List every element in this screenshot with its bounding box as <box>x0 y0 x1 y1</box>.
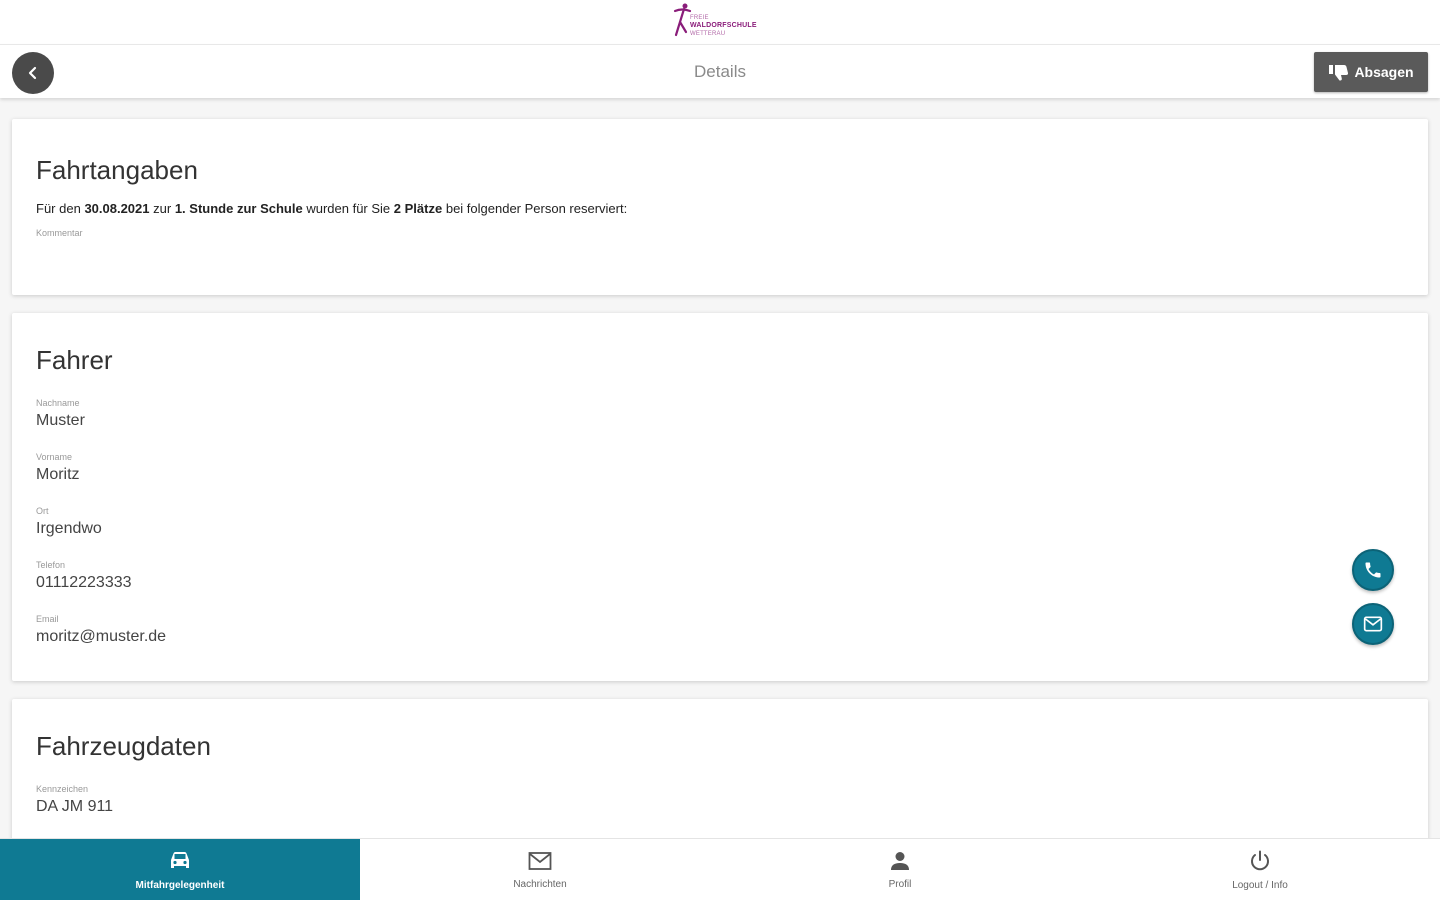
nav-item-rides[interactable]: Mitfahrgelegenheit <box>0 839 360 900</box>
driver-card: Fahrer Nachname Muster Vorname Moritz Or… <box>12 313 1428 681</box>
phone-value: 01112223333 <box>36 574 132 591</box>
page-title: Details <box>694 62 746 81</box>
mail-icon <box>528 851 552 870</box>
plate-value: DA JM 911 <box>36 798 114 815</box>
nav-label-messages: Nachrichten <box>513 878 567 890</box>
vehicle-heading: Fahrzeugdaten <box>36 731 211 761</box>
email-button[interactable] <box>1352 603 1394 645</box>
brand-bar: FREIE WALDORFSCHULE WETTERAU <box>0 0 1440 44</box>
comment-label: Kommentar <box>36 228 83 238</box>
lastname-value: Muster <box>36 412 85 429</box>
phone-label: Telefon <box>36 560 66 570</box>
trip-date: 30.08.2021 <box>84 201 150 216</box>
phone-icon <box>1365 562 1381 578</box>
school-logo: FREIE WALDORFSCHULE WETTERAU <box>672 2 772 40</box>
nav-label-profile: Profil <box>888 878 912 890</box>
plate-label: Kennzeichen <box>36 784 89 794</box>
dancer-logo-icon <box>673 3 692 37</box>
firstname-label: Vorname <box>36 452 73 462</box>
power-icon <box>1251 850 1269 870</box>
app-header: Details Absagen <box>0 44 1440 98</box>
call-button[interactable] <box>1352 549 1394 591</box>
city-label: Ort <box>36 506 49 516</box>
trip-details-card: Fahrtangaben Für den 30.08.2021 zur 1. S… <box>12 119 1428 295</box>
nav-item-logout[interactable]: Logout / Info <box>1080 839 1440 900</box>
city-value: Irgendwo <box>36 520 102 537</box>
trip-direction: zur Schule <box>236 201 303 216</box>
trip-heading: Fahrtangaben <box>36 155 198 185</box>
logo-line-1: FREIE <box>690 15 709 21</box>
firstname-value: Moritz <box>36 466 80 483</box>
logo-line-2: WALDORFSCHULE <box>690 22 757 29</box>
nav-label-rides: Mitfahrgelegenheit <box>135 879 225 891</box>
trip-seats: 2 Plätze <box>393 201 443 216</box>
lastname-label: Nachname <box>36 398 80 408</box>
nav-label-logout: Logout / Info <box>1232 879 1288 891</box>
cancel-button-label: Absagen <box>1354 64 1414 80</box>
mail-icon <box>1363 616 1383 632</box>
email-label: Email <box>36 614 59 624</box>
cancel-button[interactable]: Absagen <box>1314 52 1428 92</box>
vehicle-card: Fahrzeugdaten Kennzeichen DA JM 911 <box>12 699 1428 859</box>
trip-summary: Für den 30.08.2021 zur 1. Stunde zur Sch… <box>36 201 628 216</box>
bottom-navigation: Mitfahrgelegenheit Nachrichten Profil Lo… <box>0 838 1440 900</box>
trip-lesson: 1. Stunde <box>174 201 234 216</box>
email-value: moritz@muster.de <box>36 628 167 645</box>
nav-item-profile[interactable]: Profil <box>720 839 1080 900</box>
thumbs-down-icon <box>1329 65 1349 81</box>
logo-line-3: WETTERAU <box>690 31 726 37</box>
driver-heading: Fahrer <box>36 345 113 375</box>
nav-item-messages[interactable]: Nachrichten <box>360 839 720 900</box>
car-icon <box>171 851 189 868</box>
person-icon <box>891 851 909 870</box>
